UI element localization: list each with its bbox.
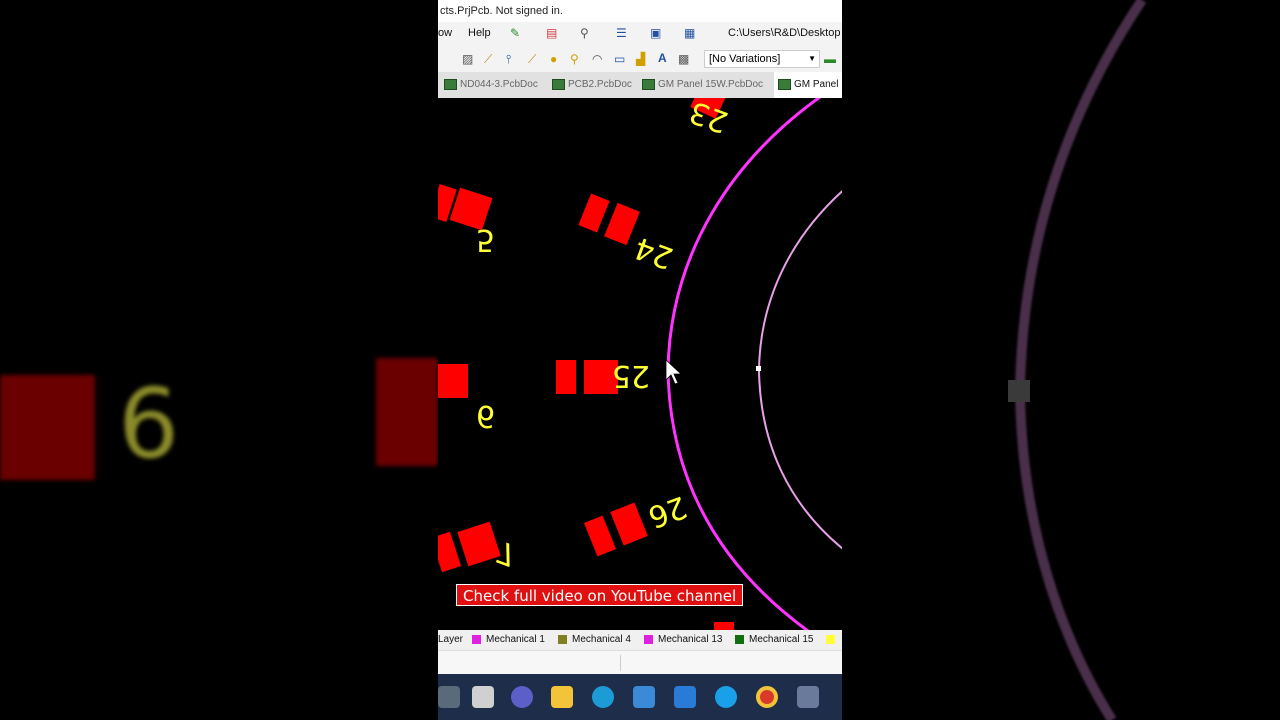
distribute-icon[interactable]: ☰	[616, 26, 627, 40]
pcb-doc-icon	[552, 79, 565, 90]
pcb-doc-icon	[642, 79, 655, 90]
pad-26a	[583, 515, 617, 557]
store-icon[interactable]	[633, 686, 655, 708]
via-icon[interactable]: ⚲	[570, 52, 579, 66]
outer-board-arc	[666, 98, 822, 630]
menu-item-help[interactable]: Help	[468, 27, 491, 39]
tab-gm-panel-15w[interactable]: GM Panel 15W.PcbDoc	[638, 72, 772, 98]
pad-26b	[610, 502, 648, 546]
layer-tab-layer[interactable]: Layer	[438, 634, 463, 645]
pad-7a	[438, 531, 462, 573]
pad-1	[714, 622, 734, 630]
component-icon[interactable]: ▩	[678, 52, 689, 66]
pcb-canvas[interactable]: 23 5 24 6 25 7 26 1	[438, 98, 842, 630]
status-divider	[620, 655, 621, 671]
board-icon[interactable]: ▬	[824, 52, 836, 66]
variations-dropdown[interactable]: [No Variations] ▼	[704, 50, 820, 68]
calculator-icon[interactable]	[797, 686, 819, 708]
layer-color-swatch	[644, 635, 653, 644]
hatch-icon[interactable]: ▨	[462, 52, 473, 66]
polygon-icon[interactable]: ▟	[636, 52, 645, 66]
route-icon[interactable]: ✎	[510, 26, 520, 40]
teams-icon[interactable]	[511, 686, 533, 708]
document-tabs: ND044-3.PcbDoc PCB2.PcbDoc GM Panel 15W.…	[438, 72, 842, 99]
chevron-down-icon: ▼	[808, 54, 816, 63]
arc-icon[interactable]: ◠	[592, 52, 602, 66]
blurred-designator: 9	[118, 364, 180, 476]
window-title: cts.PrjPcb. Not signed in.	[438, 0, 842, 22]
diff-pair-icon[interactable]: ⫯	[506, 52, 511, 66]
layer-tab-mechanical-15[interactable]: Mechanical 15	[735, 634, 813, 645]
pad-25a	[556, 360, 576, 394]
blurred-pad	[376, 358, 438, 466]
pcb-doc-icon	[778, 79, 791, 90]
inner-board-arc	[757, 190, 842, 550]
tab-nd044-3[interactable]: ND044-3.PcbDoc	[440, 72, 544, 98]
designator-7: 7	[492, 533, 522, 572]
layer-color-swatch	[472, 635, 481, 644]
menu-item-window[interactable]: ow	[438, 27, 452, 39]
layer-color-swatch	[558, 635, 567, 644]
designator-26: 26	[643, 488, 691, 534]
variations-value: [No Variations]	[709, 53, 781, 65]
edge-icon[interactable]	[592, 686, 614, 708]
pcb-doc-icon	[444, 79, 457, 90]
tab-pcb2[interactable]: PCB2.PcbDoc	[548, 72, 640, 98]
grid-icon[interactable]: ▦	[684, 26, 695, 40]
designator-24: 24	[630, 229, 678, 275]
layer-tab-mechanical-13[interactable]: Mechanical 13	[644, 634, 722, 645]
align-icon[interactable]: ▤	[546, 26, 557, 40]
fill-icon[interactable]: ▭	[614, 52, 625, 66]
pad-24b	[604, 202, 640, 246]
layer-tabs: Layer Mechanical 1 Mechanical 4 Mechanic…	[438, 630, 842, 650]
pad-6a	[438, 364, 468, 398]
interactive-route-icon[interactable]: ⟋	[484, 52, 492, 66]
youtube-banner: Check full video on YouTube channel	[456, 584, 744, 606]
altium-app-icon[interactable]	[438, 686, 460, 708]
file-explorer-icon[interactable]	[551, 686, 573, 708]
select-icon[interactable]: ▣	[650, 26, 661, 40]
layer-tab-mechanical-1[interactable]: Mechanical 1	[472, 634, 545, 645]
blurred-arc	[1008, 0, 1147, 720]
designator-6: 6	[476, 398, 495, 433]
designator-25: 25	[612, 358, 650, 393]
status-bar	[438, 650, 842, 675]
altium-window: cts.PrjPcb. Not signed in. ow Help ✎ ▤ ⚲…	[438, 0, 842, 720]
pad-group	[438, 98, 734, 630]
layer-color-swatch	[826, 635, 835, 644]
blurred-background-left: 9	[0, 0, 438, 720]
cursor-snap-marker	[756, 366, 761, 371]
tab-gm-panel[interactable]: GM Panel	[774, 72, 842, 98]
layer-tab-mechanical-4[interactable]: Mechanical 4	[558, 634, 631, 645]
blurred-pad	[0, 375, 95, 480]
hp-app-icon[interactable]	[674, 686, 696, 708]
blurred-background-right	[842, 0, 1280, 720]
pad-24a	[578, 193, 610, 233]
help-icon[interactable]	[715, 686, 737, 708]
pcb-drawing: 23 5 24 6 25 7 26 1	[438, 98, 842, 630]
multi-route-icon[interactable]: ⟋	[528, 52, 536, 66]
layer-color-swatch	[735, 635, 744, 644]
task-view-icon[interactable]	[472, 686, 494, 708]
file-path: C:\Users\R&D\Desktop	[728, 27, 841, 39]
designator-5: 5	[476, 222, 495, 257]
inspect-icon[interactable]: ⚲	[580, 26, 589, 40]
menu-bar: ow Help ✎ ▤ ⚲ ☰ ▣ ▦ C:\Users\R&D\Desktop	[438, 22, 842, 46]
placement-toolbar: ▨ ⟋ ⫯ ⟋ ● ⚲ ◠ ▭ ▟ A ▩ [No Variations] ▼ …	[438, 46, 842, 72]
string-icon[interactable]: A	[658, 51, 667, 65]
pad-icon[interactable]: ●	[550, 52, 557, 66]
windows-taskbar	[438, 674, 842, 720]
chrome-icon[interactable]	[756, 686, 778, 708]
